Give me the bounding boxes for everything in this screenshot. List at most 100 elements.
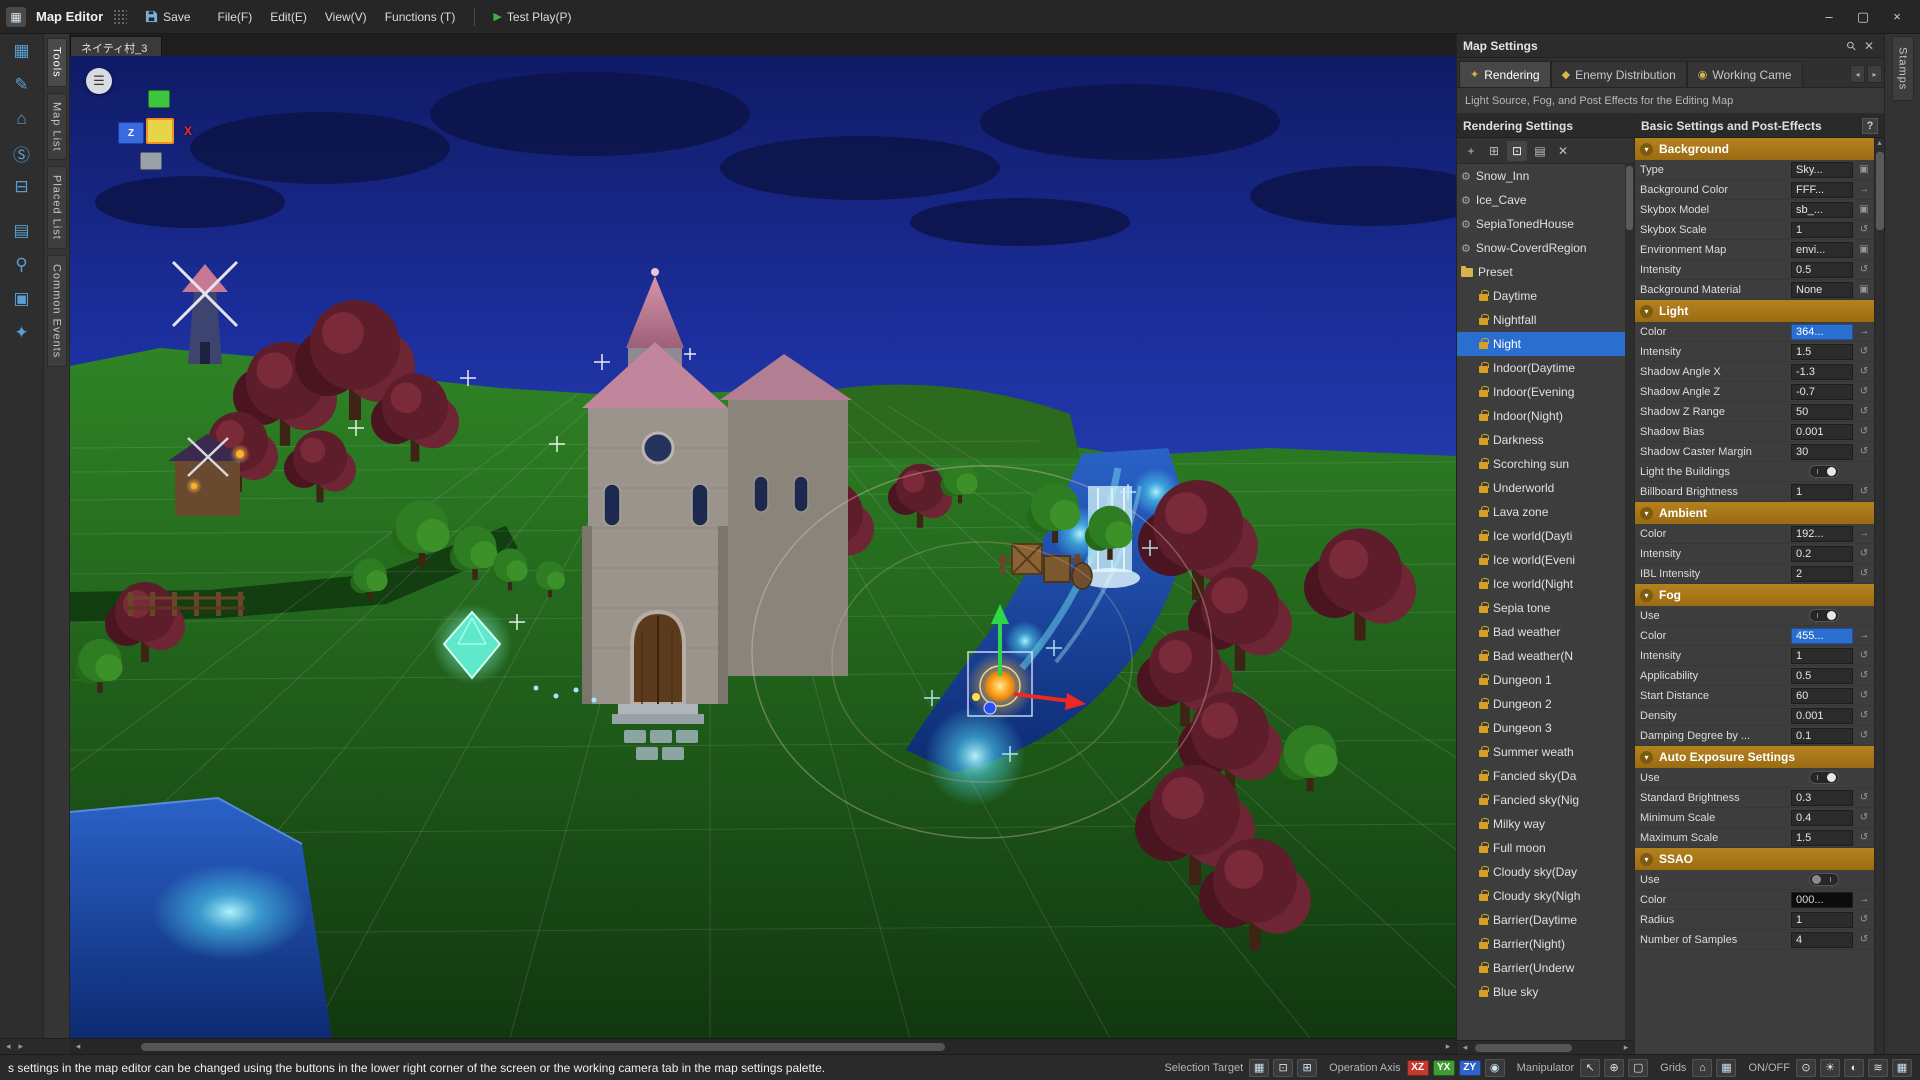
building-tool-icon[interactable]: ⌂: [5, 104, 39, 134]
hscroll-left-icon[interactable]: ◂: [70, 1039, 86, 1055]
layers-tool-icon[interactable]: ▣: [5, 284, 39, 314]
reset-icon[interactable]: ↺: [1857, 670, 1871, 681]
save-button[interactable]: Save: [137, 6, 198, 28]
list-item-ice-world-eveni[interactable]: Ice world(Eveni: [1457, 548, 1634, 572]
event-tool-icon[interactable]: Ⓢ: [5, 138, 39, 168]
value-shadow-caster-margin[interactable]: 30: [1791, 443, 1853, 460]
reset-icon[interactable]: ↺: [1857, 406, 1871, 417]
close-button[interactable]: ×: [1880, 4, 1914, 30]
list-item-dungeon-3[interactable]: Dungeon 3: [1457, 716, 1634, 740]
value-number-of-samples[interactable]: 4: [1791, 931, 1853, 948]
list-hscroll-right-icon[interactable]: ▸: [1618, 1040, 1634, 1056]
list-item-fancied-sky-da[interactable]: Fancied sky(Da: [1457, 764, 1634, 788]
gizmo-y-cube[interactable]: [148, 90, 170, 108]
toggle-use[interactable]: [1809, 609, 1839, 622]
list-item-full-moon[interactable]: Full moon: [1457, 836, 1634, 860]
reset-icon[interactable]: ↺: [1857, 346, 1871, 357]
list-item-milky-way[interactable]: Milky way: [1457, 812, 1634, 836]
gizmo-bottom-cube[interactable]: [140, 152, 162, 170]
section-header-auto-exposure-settings[interactable]: ▾ Auto Exposure Settings: [1635, 746, 1874, 768]
list-item-cloudy-sky-nigh[interactable]: Cloudy sky(Nigh: [1457, 884, 1634, 908]
value-intensity[interactable]: 0.5: [1791, 261, 1853, 278]
value-intensity[interactable]: 0.2: [1791, 545, 1853, 562]
value-type[interactable]: Sky...: [1791, 161, 1853, 178]
reset-icon[interactable]: ↺: [1857, 264, 1871, 275]
list-item-barrier-underw[interactable]: Barrier(Underw: [1457, 956, 1634, 980]
value-intensity[interactable]: 1.5: [1791, 343, 1853, 360]
lightbulb-icon[interactable]: ⊙: [1796, 1058, 1816, 1077]
section-header-light[interactable]: ▾ Light: [1635, 300, 1874, 322]
pin-icon[interactable]: ⚲: [1842, 37, 1860, 53]
section-header-fog[interactable]: ▾ Fog: [1635, 584, 1874, 606]
side-tab-common-events[interactable]: Common Events: [46, 255, 67, 368]
tab-enemy-distribution[interactable]: ◆ Enemy Distribution: [1550, 61, 1687, 87]
axis-xz-button[interactable]: XZ: [1406, 1059, 1429, 1076]
select-manipulator-icon[interactable]: ↖: [1580, 1058, 1601, 1077]
list-item-snow-inn[interactable]: ⚙ Snow_Inn: [1457, 164, 1634, 188]
reset-icon[interactable]: ↺: [1857, 812, 1871, 823]
section-header-background[interactable]: ▾ Background: [1635, 138, 1874, 160]
toggle-use[interactable]: [1809, 873, 1839, 886]
color-picker-arrow-icon[interactable]: →: [1857, 894, 1871, 905]
list-item-fancied-sky-nig[interactable]: Fancied sky(Nig: [1457, 788, 1634, 812]
reset-icon[interactable]: ↺: [1857, 224, 1871, 235]
help-button[interactable]: ?: [1862, 117, 1878, 134]
duplicate-item-icon[interactable]: ⊡: [1507, 140, 1527, 161]
value-density[interactable]: 0.001: [1791, 707, 1853, 724]
viewport-menu-button[interactable]: ☰: [86, 68, 112, 94]
reset-icon[interactable]: ↺: [1857, 386, 1871, 397]
shadow-icon[interactable]: ◐: [1844, 1058, 1864, 1077]
list-item-bad-weather-n[interactable]: Bad weather(N: [1457, 644, 1634, 668]
value-maximum-scale[interactable]: 1.5: [1791, 829, 1853, 846]
list-item-indoor-daytime[interactable]: Indoor(Daytime: [1457, 356, 1634, 380]
side-tab-placed-list[interactable]: Placed List: [46, 166, 67, 250]
section-header-ssao[interactable]: ▾ SSAO: [1635, 848, 1874, 870]
reset-icon[interactable]: ↺: [1857, 426, 1871, 437]
viewport-scene[interactable]: ☰ Z X: [70, 56, 1456, 1038]
map-tab[interactable]: ネイティ村_3: [70, 36, 163, 56]
reset-icon[interactable]: ↺: [1857, 548, 1871, 559]
list-item-ice-cave[interactable]: ⚙ Ice_Cave: [1457, 188, 1634, 212]
list-item-barrier-daytime[interactable]: Barrier(Daytime: [1457, 908, 1634, 932]
picker-icon[interactable]: ▣: [1857, 244, 1871, 255]
tabs-scroll-left-icon[interactable]: ◂: [1850, 65, 1865, 83]
list-item-blue-sky[interactable]: Blue sky: [1457, 980, 1634, 1004]
value-standard-brightness[interactable]: 0.3: [1791, 789, 1853, 806]
toggle-use[interactable]: [1809, 771, 1839, 784]
picker-icon[interactable]: ▣: [1857, 204, 1871, 215]
list-item-lava-zone[interactable]: Lava zone: [1457, 500, 1634, 524]
list-vscrollbar[interactable]: [1625, 164, 1634, 1040]
list-item-sepia-tone[interactable]: Sepia tone: [1457, 596, 1634, 620]
object-target-icon[interactable]: ⊡: [1273, 1058, 1294, 1077]
value-shadow-bias[interactable]: 0.001: [1791, 423, 1853, 440]
menu-file[interactable]: File(F): [209, 5, 262, 29]
list-item-nightfall[interactable]: Nightfall: [1457, 308, 1634, 332]
stamp-tool-icon[interactable]: ✦: [5, 318, 39, 348]
color-picker-arrow-icon[interactable]: →: [1857, 184, 1871, 195]
minimize-button[interactable]: –: [1812, 4, 1846, 30]
list-item-ice-world-dayti[interactable]: Ice world(Dayti: [1457, 524, 1634, 548]
reset-icon[interactable]: ↺: [1857, 832, 1871, 843]
axis-zy-button[interactable]: ZY: [1458, 1059, 1481, 1076]
event-target-icon[interactable]: ⊞: [1297, 1058, 1318, 1077]
color-picker-arrow-icon[interactable]: →: [1857, 528, 1871, 539]
reset-icon[interactable]: ↺: [1857, 486, 1871, 497]
reset-icon[interactable]: ↺: [1857, 366, 1871, 377]
list-item-underworld[interactable]: Underworld: [1457, 476, 1634, 500]
scale-manipulator-icon[interactable]: ▢: [1628, 1058, 1649, 1077]
side-tab-tools[interactable]: Tools: [46, 38, 67, 87]
list-item-darkness[interactable]: Darkness: [1457, 428, 1634, 452]
list-item-indoor-evening[interactable]: Indoor(Evening: [1457, 380, 1634, 404]
properties-vscrollbar[interactable]: ▴: [1874, 138, 1884, 1054]
axis-gizmo[interactable]: Z X: [118, 90, 238, 200]
value-shadow-z-range[interactable]: 50: [1791, 403, 1853, 420]
list-item-snow-coverdregion[interactable]: ⚙ Snow-CoverdRegion: [1457, 236, 1634, 260]
sun-icon[interactable]: ☀: [1820, 1058, 1840, 1077]
value-billboard-brightness[interactable]: 1: [1791, 483, 1853, 500]
value-skybox-scale[interactable]: 1: [1791, 221, 1853, 238]
value-environment-map[interactable]: envi...: [1791, 241, 1853, 258]
color-picker-arrow-icon[interactable]: →: [1857, 326, 1871, 337]
value-skybox-model[interactable]: sb_...: [1791, 201, 1853, 218]
camera-axis-icon[interactable]: ◉: [1484, 1058, 1505, 1077]
reset-icon[interactable]: ↺: [1857, 710, 1871, 721]
